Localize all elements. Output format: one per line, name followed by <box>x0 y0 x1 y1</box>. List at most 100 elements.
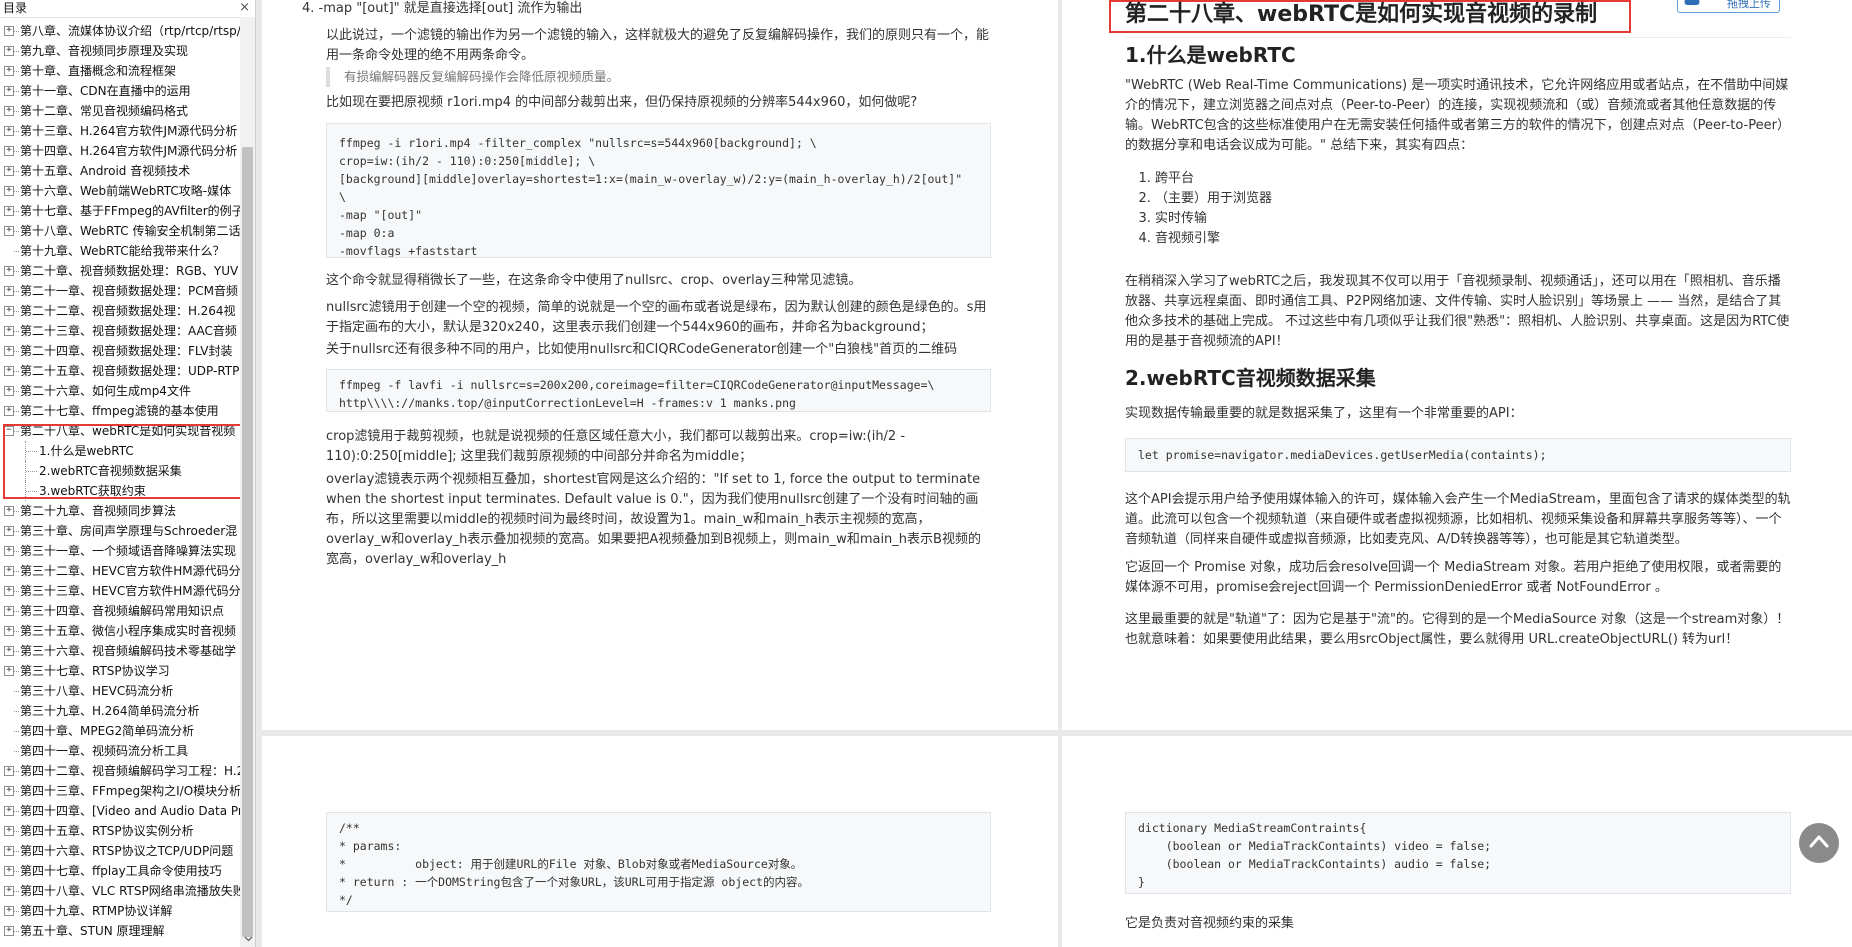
expand-icon[interactable]: + <box>4 646 14 656</box>
expand-icon[interactable]: + <box>4 206 14 216</box>
toc-item[interactable]: − 第二十八章、webRTC是如何实现音视频 <box>0 421 241 441</box>
toc-item[interactable]: + 第三十五章、微信小程序集成实时音视频 <box>0 621 241 641</box>
expand-icon[interactable]: + <box>4 286 14 296</box>
expand-icon[interactable]: + <box>4 366 14 376</box>
scroll-down-arrow-icon[interactable] <box>244 934 253 945</box>
toc-item[interactable]: + 第八章、流媒体协议介绍（rtp/rtcp/rtsp/ <box>0 21 241 41</box>
expand-icon[interactable]: + <box>4 146 14 156</box>
code-block: /** * params: * object: 用于创建URL的File 对象、… <box>326 812 991 912</box>
expand-icon[interactable]: + <box>4 126 14 136</box>
toc-item[interactable]: + 第二十三章、视音频数据处理：AAC音频 <box>0 321 241 341</box>
toc-item[interactable]: + 第四十七章、ffplay工具命令使用技巧 <box>0 861 241 881</box>
expand-icon[interactable]: + <box>4 46 14 56</box>
toc-item[interactable]: + 第四十八章、VLC RTSP网络串流播放失败 <box>0 881 241 901</box>
toc-item[interactable]: + 第十章、直播概念和流程框架 <box>0 61 241 81</box>
expand-icon[interactable]: + <box>4 26 14 36</box>
expand-icon[interactable]: + <box>4 326 14 336</box>
expand-icon[interactable]: + <box>4 786 14 796</box>
expand-icon[interactable]: + <box>4 406 14 416</box>
toc-item[interactable]: 第三十八章、HEVC码流分析 <box>0 681 241 701</box>
expand-icon[interactable]: + <box>4 266 14 276</box>
toc-item[interactable]: + 第十八章、WebRTC 传输安全机制第二话 <box>0 221 241 241</box>
toc-item[interactable]: + 第三十一章、一个频域语音降噪算法实现 <box>0 541 241 561</box>
toc-item[interactable]: 第四十一章、视频码流分析工具 <box>0 741 241 761</box>
toc-item[interactable]: + 第三十二章、HEVC官方软件HM源代码分 <box>0 561 241 581</box>
toc-item[interactable]: + 第三十六章、视音频编解码技术零基础学 <box>0 641 241 661</box>
expand-icon[interactable]: + <box>4 386 14 396</box>
toc-subitem[interactable]: 3.webRTC获取约束 <box>0 481 241 501</box>
toc-item[interactable]: + 第十二章、常见音视频编码格式 <box>0 101 241 121</box>
close-icon[interactable]: × <box>239 0 250 16</box>
toc-item[interactable]: + 第二十二章、视音频数据处理：H.264视 <box>0 301 241 321</box>
toc-item[interactable]: + 第三十三章、HEVC官方软件HM源代码分 <box>0 581 241 601</box>
toc-item[interactable]: + 第三十七章、RTSP协议学习 <box>0 661 241 681</box>
tree-line <box>14 811 19 812</box>
toc-item[interactable]: + 第九章、音视频同步原理及实现 <box>0 41 241 61</box>
expand-icon[interactable]: + <box>4 666 14 676</box>
toc-item[interactable]: + 第三十四章、音视频编解码常用知识点 <box>0 601 241 621</box>
toc-subitem[interactable]: 2.webRTC音视频数据采集 <box>0 461 241 481</box>
expand-icon[interactable]: + <box>4 86 14 96</box>
tree-line <box>14 171 19 172</box>
toc-item[interactable]: + 第十七章、基于FFmpeg的AVfilter的例子 <box>0 201 241 221</box>
list-item: 实时传输 <box>1155 209 1791 229</box>
toc-item[interactable]: + 第二十六章、如何生成mp4文件 <box>0 381 241 401</box>
expand-icon[interactable]: + <box>4 346 14 356</box>
document-page-left: 4. -map "[out]" 就是直接选择[out] 流作为输出 以此说过，一… <box>262 0 1058 730</box>
toc-scrollbar[interactable] <box>240 17 255 947</box>
toc-item[interactable]: + 第四十三章、FFmpeg架构之I/O模块分析 <box>0 781 241 801</box>
expand-icon[interactable]: + <box>4 566 14 576</box>
toc-item[interactable]: + 第二十九章、音视频同步算法 <box>0 501 241 521</box>
toc-item[interactable]: + 第十四章、H.264官方软件JM源代码分析 <box>0 141 241 161</box>
scroll-top-button[interactable] <box>1799 823 1839 863</box>
expand-icon[interactable]: + <box>4 586 14 596</box>
expand-icon[interactable]: + <box>4 766 14 776</box>
toc-item[interactable]: + 第二十五章、视音频数据处理：UDP-RTP <box>0 361 241 381</box>
expand-icon[interactable]: + <box>4 66 14 76</box>
toc-item[interactable]: + 第五十章、STUN 原理理解 <box>0 921 241 941</box>
expand-icon[interactable]: + <box>4 626 14 636</box>
toc-item[interactable]: + 第四十二章、视音频编解码学习工程：H.2 <box>0 761 241 781</box>
collapse-icon[interactable]: − <box>4 426 14 436</box>
toc-item[interactable]: + 第十一章、CDN在直播中的运用 <box>0 81 241 101</box>
toc-item[interactable]: + 第二十四章、视音频数据处理：FLV封装 <box>0 341 241 361</box>
expand-icon[interactable]: + <box>4 526 14 536</box>
expand-icon[interactable]: + <box>4 606 14 616</box>
toc-item[interactable]: + 第十三章、H.264官方软件JM源代码分析 <box>0 121 241 141</box>
toc-item-label: 2.webRTC音视频数据采集 <box>39 464 182 478</box>
expand-icon[interactable]: + <box>4 186 14 196</box>
toc-item[interactable]: 第十九章、WebRTC能给我带来什么？ <box>0 241 241 261</box>
list-item: 音视频引擎 <box>1155 229 1791 249</box>
toc-item[interactable]: 第三十九章、H.264简单码流分析 <box>0 701 241 721</box>
toc-item[interactable]: + 第二十七章、ffmpeg滤镜的基本使用 <box>0 401 241 421</box>
expand-icon[interactable]: + <box>4 226 14 236</box>
toc-item[interactable]: + 第四十九章、RTMP协议详解 <box>0 901 241 921</box>
expand-icon[interactable]: + <box>4 906 14 916</box>
expand-icon[interactable]: + <box>4 546 14 556</box>
toc-item[interactable]: + 第二十一章、视音频数据处理：PCM音频 <box>0 281 241 301</box>
toc-item[interactable]: 第四十章、MPEG2简单码流分析 <box>0 721 241 741</box>
expand-icon[interactable]: + <box>4 846 14 856</box>
expand-icon[interactable]: + <box>4 886 14 896</box>
toc-scrollbar-thumb[interactable] <box>242 147 253 937</box>
toc-item[interactable]: + 第四十四章、[Video and Audio Data Pr <box>0 801 241 821</box>
toc-subitem[interactable]: 1.什么是webRTC <box>0 441 241 461</box>
expand-icon[interactable]: + <box>4 506 14 516</box>
toc-item-label: 第四十二章、视音频编解码学习工程：H.2 <box>20 764 241 778</box>
toc-item[interactable]: + 第十六章、Web前端WebRTC攻略-媒体 <box>0 181 241 201</box>
paragraph: 这个API会提示用户给予使用媒体输入的许可，媒体输入会产生一个MediaStre… <box>1125 492 1791 547</box>
toc-item-label: 第二十三章、视音频数据处理：AAC音频 <box>20 324 237 338</box>
expand-icon[interactable]: + <box>4 166 14 176</box>
paragraph: 它是负责对音视频约束的采集 <box>1125 916 1295 931</box>
toc-item[interactable]: + 第四十五章、RTSP协议实例分析 <box>0 821 241 841</box>
toc-item[interactable]: + 第十五章、Android 音视频技术 <box>0 161 241 181</box>
toc-item[interactable]: + 第三十章、房间声学原理与Schroeder混 <box>0 521 241 541</box>
expand-icon[interactable]: + <box>4 106 14 116</box>
expand-icon[interactable]: + <box>4 866 14 876</box>
expand-icon[interactable]: + <box>4 926 14 936</box>
expand-icon[interactable]: + <box>4 826 14 836</box>
expand-icon[interactable]: + <box>4 806 14 816</box>
expand-icon[interactable]: + <box>4 306 14 316</box>
toc-item[interactable]: + 第四十六章、RTSP协议之TCP/UDP问题 <box>0 841 241 861</box>
toc-item[interactable]: + 第二十章、视音频数据处理：RGB、YUV <box>0 261 241 281</box>
